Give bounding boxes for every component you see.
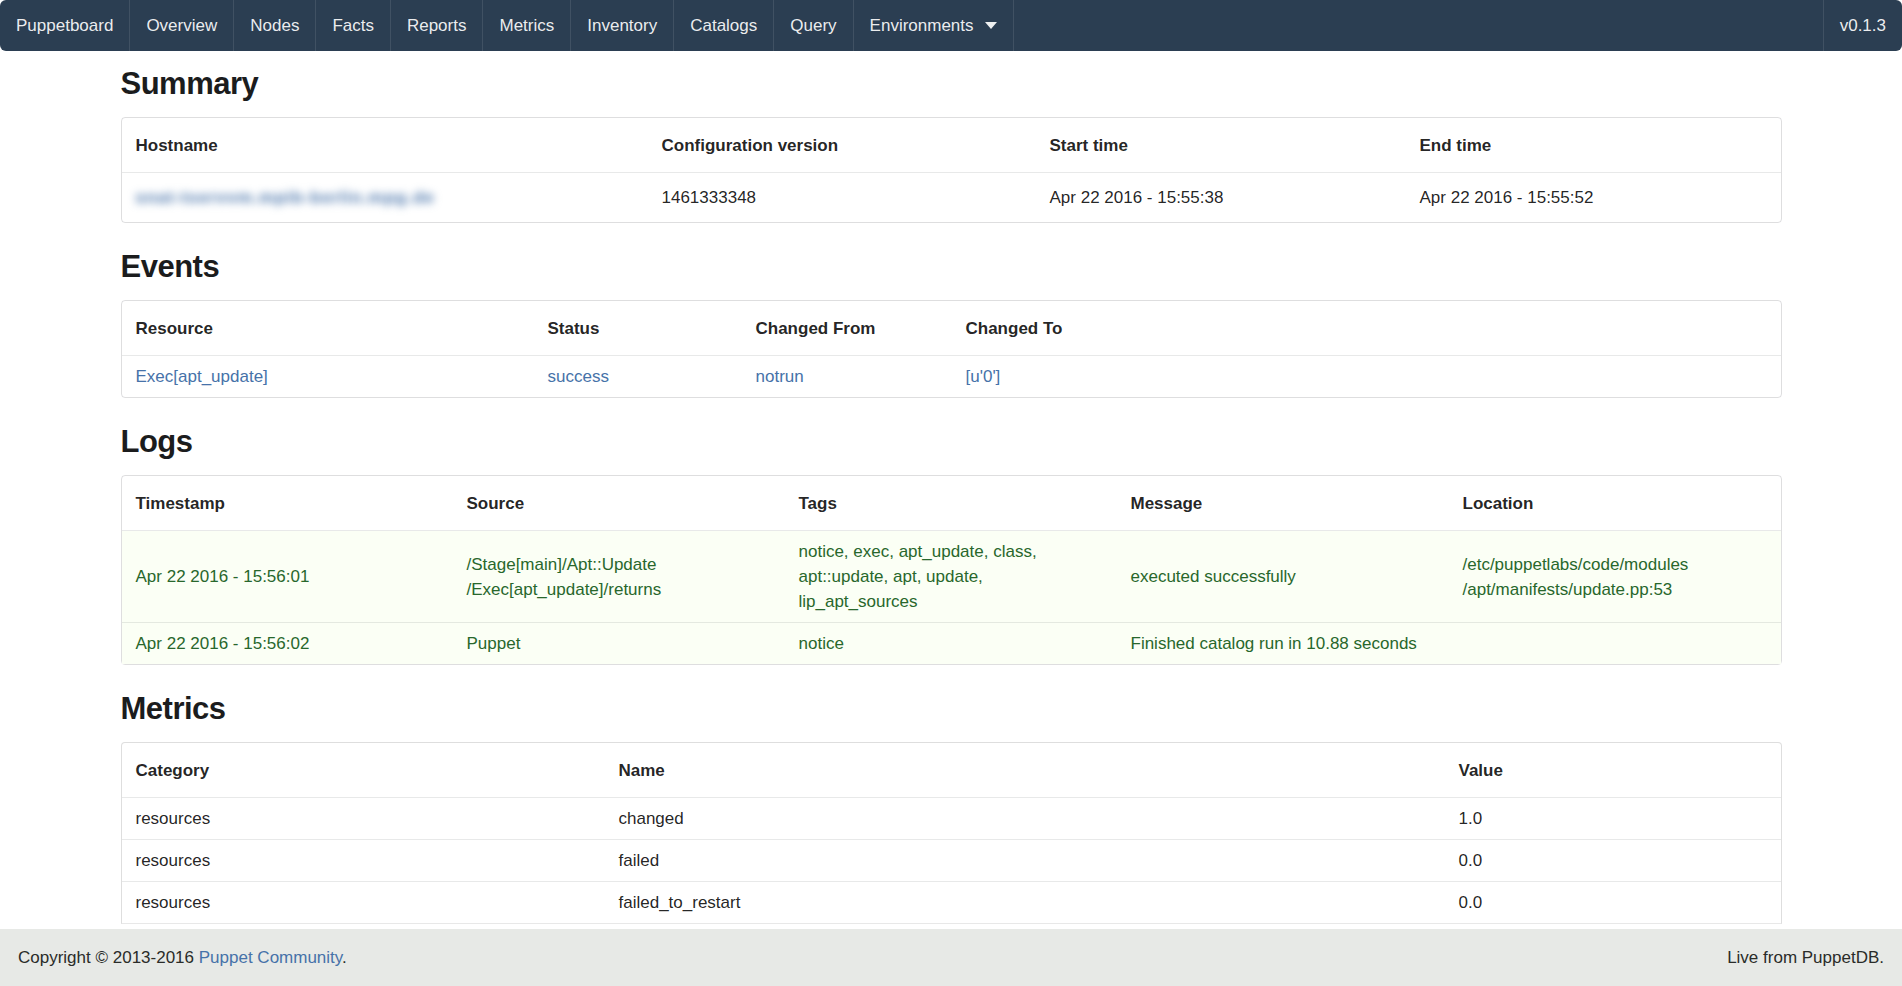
metric-category: resources [122,881,605,923]
log-timestamp: Apr 22 2016 - 15:56:01 [122,531,453,622]
nav-version-text: v0.1.3 [1840,16,1886,36]
summary-end-time: Apr 22 2016 - 15:55:52 [1406,173,1781,222]
nav-spacer [1014,0,1823,51]
metric-category: resources [122,798,605,839]
summary-col-config-version: Configuration version [648,118,1036,173]
summary-heading: Summary [121,64,1782,104]
logs-heading: Logs [121,422,1782,462]
logs-col-message: Message [1117,476,1449,531]
nav-version-label: v0.1.3 [1823,0,1902,51]
metrics-header-row: Category Name Value [122,743,1781,798]
logs-col-tags: Tags [785,476,1117,531]
log-row: Apr 22 2016 - 15:56:02 Puppet notice Fin… [122,622,1781,664]
event-status-cell: success [534,356,742,397]
nav-item-label: Query [790,16,836,36]
logs-col-timestamp: Timestamp [122,476,453,531]
events-heading: Events [121,247,1782,287]
nav-item-label: Inventory [587,16,657,36]
nav-item-reports[interactable]: Reports [391,0,484,51]
metric-name: failed [605,839,1445,881]
nav-item-label: Metrics [499,16,554,36]
nav-item-label: Reports [407,16,467,36]
event-changed-from-cell: notrun [742,356,952,397]
log-message: executed successfully [1117,531,1449,622]
metrics-col-value: Value [1445,743,1781,798]
nav-brand-puppetboard[interactable]: Puppetboard [0,0,130,51]
log-tags: notice, exec, apt_update, class, apt::up… [785,531,1117,622]
logs-header-row: Timestamp Source Tags Message Location [122,476,1781,531]
metric-name: failed_to_restart [605,881,1445,923]
log-row: Apr 22 2016 - 15:56:01 /Stage[main]/Apt:… [122,531,1781,622]
logs-col-source: Source [453,476,785,531]
logs-col-location: Location [1449,476,1781,531]
nav-dropdown-environments[interactable]: Environments [854,0,1014,51]
log-source: Puppet [453,622,785,664]
nav-dropdown-environments-label: Environments [870,16,974,36]
nav-item-label: Overview [146,16,217,36]
summary-table: Hostname Configuration version Start tim… [121,117,1782,223]
event-resource-cell: Exec[apt_update] [122,356,534,397]
metric-row: resources changed 1.0 [122,798,1781,839]
nav-item-metrics[interactable]: Metrics [483,0,571,51]
log-message: Finished catalog run in 10.88 seconds [1117,622,1449,664]
chevron-down-icon [985,22,997,29]
log-location: /etc/puppetlabs/code/modules /apt/manife… [1449,531,1781,622]
summary-col-end-time: End time [1406,118,1781,173]
events-col-changed-from: Changed From [742,301,952,356]
events-table: Resource Status Changed From Changed To … [121,300,1782,398]
log-tags: notice [785,622,1117,664]
event-resource-link[interactable]: Exec[apt_update] [136,367,268,386]
metric-value: 0.0 [1445,839,1781,881]
metrics-table: Category Name Value resources changed 1.… [121,742,1782,924]
summary-row: snat-tservvm.mpib-berlin.mpg.de 14613333… [122,173,1781,222]
summary-hostname-cell: snat-tservvm.mpib-berlin.mpg.de [122,173,648,222]
nav-item-query[interactable]: Query [774,0,853,51]
events-col-resource: Resource [122,301,534,356]
nav-item-label: Nodes [250,16,299,36]
metric-value: 0.0 [1445,881,1781,923]
events-row: Exec[apt_update] success notrun [u'0'] [122,356,1781,397]
metric-category: resources [122,839,605,881]
event-changed-to-cell: [u'0'] [952,356,1781,397]
metric-row: resources failed 0.0 [122,839,1781,881]
log-location [1449,622,1781,664]
metric-name: changed [605,798,1445,839]
log-timestamp: Apr 22 2016 - 15:56:02 [122,622,453,664]
metric-value: 1.0 [1445,798,1781,839]
event-status-link[interactable]: success [548,367,609,386]
events-header-row: Resource Status Changed From Changed To [122,301,1781,356]
navbar: Puppetboard Overview Nodes Facts Reports… [0,0,1902,51]
nav-item-label: Catalogs [690,16,757,36]
events-col-status: Status [534,301,742,356]
event-changed-from-link[interactable]: notrun [756,367,804,386]
hostname-link[interactable]: snat-tservvm.mpib-berlin.mpg.de [136,188,435,207]
summary-col-start-time: Start time [1036,118,1406,173]
summary-config-version: 1461333348 [648,173,1036,222]
nav-item-overview[interactable]: Overview [130,0,234,51]
nav-brand-label: Puppetboard [16,16,113,36]
metrics-col-name: Name [605,743,1445,798]
main-content: Summary Hostname Configuration version S… [121,64,1782,924]
log-source: /Stage[main]/Apt::Update /Exec[apt_updat… [453,531,785,622]
nav-item-label: Facts [332,16,374,36]
nav-item-catalogs[interactable]: Catalogs [674,0,774,51]
logs-table: Timestamp Source Tags Message Location A… [121,475,1782,665]
nav-item-inventory[interactable]: Inventory [571,0,674,51]
nav-item-facts[interactable]: Facts [316,0,391,51]
metrics-heading: Metrics [121,689,1782,729]
metric-row: resources failed_to_restart 0.0 [122,881,1781,923]
event-changed-to-link[interactable]: [u'0'] [966,367,1001,386]
summary-header-row: Hostname Configuration version Start tim… [122,118,1781,173]
events-col-changed-to: Changed To [952,301,1781,356]
metrics-col-category: Category [122,743,605,798]
summary-col-hostname: Hostname [122,118,648,173]
nav-item-nodes[interactable]: Nodes [234,0,316,51]
summary-start-time: Apr 22 2016 - 15:55:38 [1036,173,1406,222]
